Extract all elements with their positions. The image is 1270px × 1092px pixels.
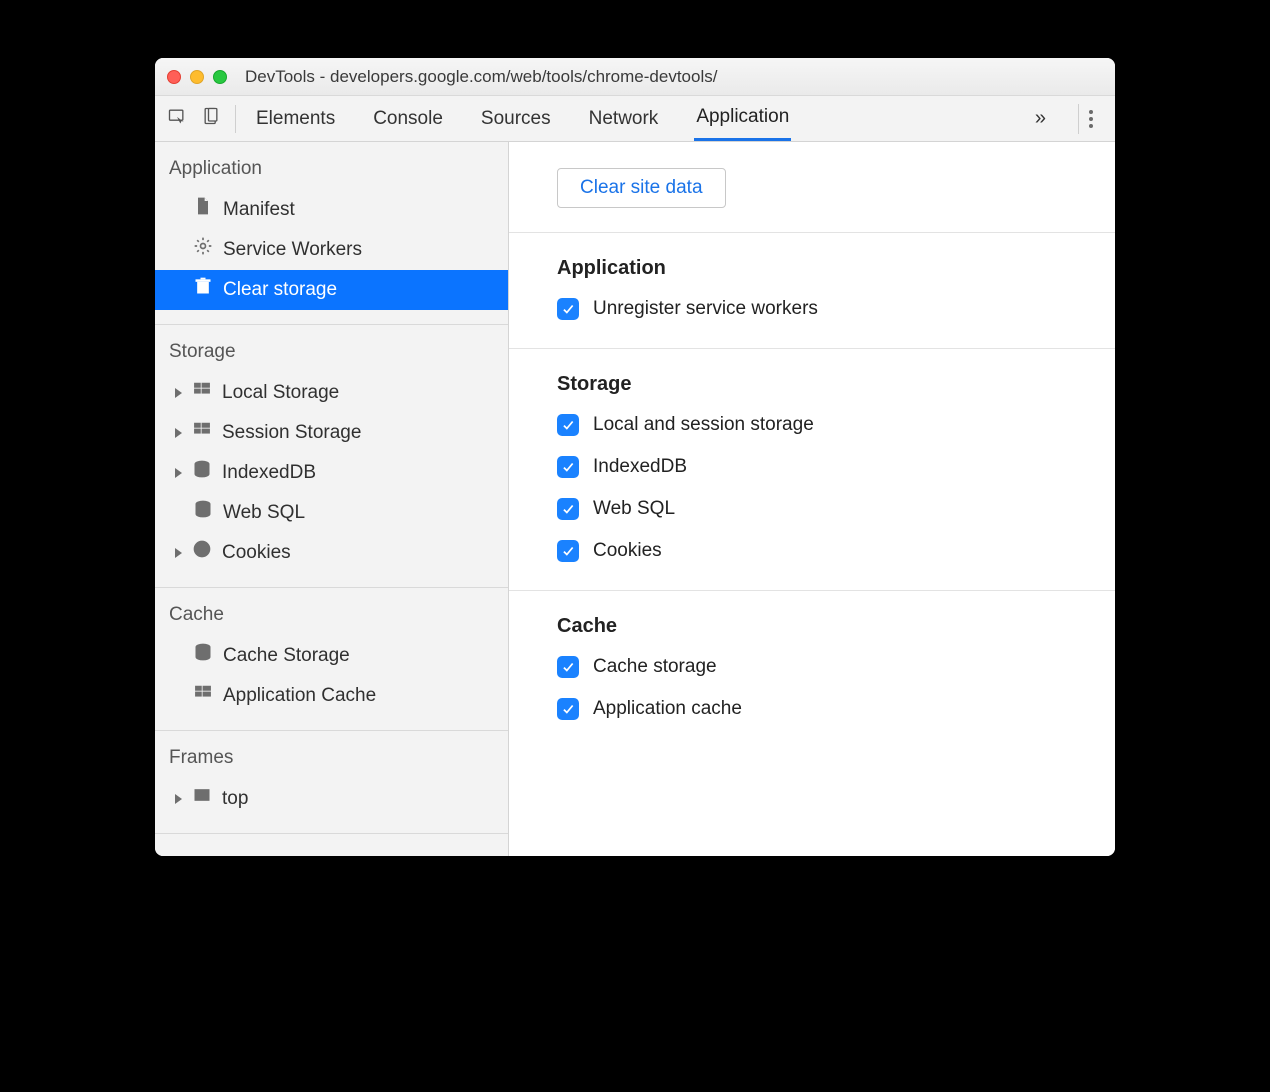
main-section-cache: Cache Cache storage Application cache bbox=[509, 591, 1115, 748]
clear-site-data-button[interactable]: Clear site data bbox=[557, 168, 726, 208]
checkbox[interactable] bbox=[557, 498, 579, 520]
grid-icon bbox=[193, 682, 213, 710]
clear-site-data-row: Clear site data bbox=[509, 142, 1115, 233]
sidebar-item-manifest[interactable]: Manifest bbox=[155, 190, 508, 230]
expand-caret-icon[interactable] bbox=[175, 548, 182, 558]
sidebar-item-label: Local Storage bbox=[222, 380, 339, 406]
close-window-button[interactable] bbox=[167, 70, 181, 84]
checkbox-label: Application cache bbox=[593, 698, 742, 720]
sidebar-item-label: Service Workers bbox=[223, 237, 362, 263]
grid-icon bbox=[192, 379, 212, 407]
sidebar-item-application-cache[interactable]: Application Cache bbox=[155, 676, 508, 716]
checkbox-label: Unregister service workers bbox=[593, 298, 818, 320]
checkbox-row-unregister-service-workers[interactable]: Unregister service workers bbox=[557, 298, 1067, 320]
checkbox-label: IndexedDB bbox=[593, 456, 687, 478]
tab-sources[interactable]: Sources bbox=[479, 98, 553, 140]
section-heading: Cache bbox=[557, 615, 1067, 638]
checkbox-row-local-and-session-storage[interactable]: Local and session storage bbox=[557, 414, 1067, 436]
tab-elements[interactable]: Elements bbox=[254, 98, 337, 140]
section-heading: Storage bbox=[557, 373, 1067, 396]
sidebar-item-label: Application Cache bbox=[223, 683, 376, 709]
section-heading: Application bbox=[557, 257, 1067, 280]
checkbox-label: Cookies bbox=[593, 540, 662, 562]
sidebar-heading-application: Application bbox=[155, 154, 508, 190]
devtools-toolbar: Elements Console Sources Network Application… bbox=[155, 96, 1115, 142]
titlebar: DevTools - developers.google.com/web/too… bbox=[155, 58, 1115, 96]
expand-caret-icon[interactable] bbox=[175, 468, 182, 478]
sidebar-item-clear-storage[interactable]: Clear storage bbox=[155, 270, 508, 310]
checkbox[interactable] bbox=[557, 456, 579, 478]
gear-icon bbox=[193, 236, 213, 264]
device-toggle-icon[interactable] bbox=[201, 106, 221, 131]
sidebar-item-label: top bbox=[222, 786, 248, 812]
db-icon bbox=[193, 499, 213, 527]
sidebar-item-label: Manifest bbox=[223, 197, 295, 223]
sidebar-heading-frames: Frames bbox=[155, 743, 508, 779]
checkbox-row-cookies[interactable]: Cookies bbox=[557, 540, 1067, 562]
checkbox-label: Local and session storage bbox=[593, 414, 814, 436]
sidebar-heading-cache: Cache bbox=[155, 600, 508, 636]
expand-caret-icon[interactable] bbox=[175, 794, 182, 804]
db-icon bbox=[193, 642, 213, 670]
sidebar-item-label: Web SQL bbox=[223, 500, 305, 526]
sidebar-item-local-storage[interactable]: Local Storage bbox=[155, 373, 508, 413]
sidebar-item-label: Clear storage bbox=[223, 277, 337, 303]
file-icon bbox=[193, 196, 213, 224]
expand-caret-icon[interactable] bbox=[175, 388, 182, 398]
grid-icon bbox=[192, 419, 212, 447]
main-section-storage: Storage Local and session storage IndexedD… bbox=[509, 349, 1115, 591]
checkbox-row-indexeddb[interactable]: IndexedDB bbox=[557, 456, 1067, 478]
inspect-element-icon[interactable] bbox=[167, 106, 187, 131]
sidebar-item-indexeddb[interactable]: IndexedDB bbox=[155, 453, 508, 493]
sidebar-item-cookies[interactable]: Cookies bbox=[155, 533, 508, 573]
sidebar-item-label: Session Storage bbox=[222, 420, 361, 446]
checkbox-row-web-sql[interactable]: Web SQL bbox=[557, 498, 1067, 520]
main-panel: Clear site data Application Unregister se… bbox=[509, 142, 1115, 856]
sidebar-item-session-storage[interactable]: Session Storage bbox=[155, 413, 508, 453]
trash-icon bbox=[193, 276, 213, 304]
frame-icon bbox=[192, 785, 212, 813]
checkbox[interactable] bbox=[557, 414, 579, 436]
checkbox-row-application-cache[interactable]: Application cache bbox=[557, 698, 1067, 720]
checkbox-row-cache-storage[interactable]: Cache storage bbox=[557, 656, 1067, 678]
main-section-application: Application Unregister service workers bbox=[509, 233, 1115, 349]
settings-menu-icon[interactable] bbox=[1078, 104, 1103, 134]
devtools-window: DevTools - developers.google.com/web/too… bbox=[155, 58, 1115, 856]
sidebar-item-web-sql[interactable]: Web SQL bbox=[155, 493, 508, 533]
cookie-icon bbox=[192, 539, 212, 567]
sidebar-item-label: Cookies bbox=[222, 540, 291, 566]
window-title: DevTools - developers.google.com/web/too… bbox=[245, 67, 717, 87]
sidebar-item-service-workers[interactable]: Service Workers bbox=[155, 230, 508, 270]
tab-application[interactable]: Application bbox=[694, 96, 791, 141]
checkbox[interactable] bbox=[557, 540, 579, 562]
expand-caret-icon[interactable] bbox=[175, 428, 182, 438]
sidebar-heading-storage: Storage bbox=[155, 337, 508, 373]
sidebar-item-label: IndexedDB bbox=[222, 460, 316, 486]
tab-console[interactable]: Console bbox=[371, 98, 445, 140]
checkbox[interactable] bbox=[557, 656, 579, 678]
sidebar-item-cache-storage[interactable]: Cache Storage bbox=[155, 636, 508, 676]
sidebar-item-top[interactable]: top bbox=[155, 779, 508, 819]
zoom-window-button[interactable] bbox=[213, 70, 227, 84]
db-icon bbox=[192, 459, 212, 487]
application-sidebar: Application Manifest Service Workers Clear … bbox=[155, 142, 509, 856]
tab-network[interactable]: Network bbox=[587, 98, 661, 140]
checkbox-label: Web SQL bbox=[593, 498, 675, 520]
checkbox-label: Cache storage bbox=[593, 656, 717, 678]
more-tabs-chevron-icon[interactable]: » bbox=[1029, 101, 1052, 136]
window-controls bbox=[167, 70, 227, 84]
checkbox[interactable] bbox=[557, 698, 579, 720]
checkbox[interactable] bbox=[557, 298, 579, 320]
sidebar-item-label: Cache Storage bbox=[223, 643, 350, 669]
minimize-window-button[interactable] bbox=[190, 70, 204, 84]
